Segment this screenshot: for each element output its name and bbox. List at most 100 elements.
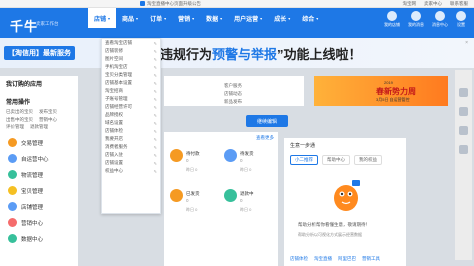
sidebar-item-shop[interactable]: 店铺管理 xyxy=(0,199,78,215)
banner-tag: 【淘信用】最新服务 xyxy=(4,46,75,60)
link-customer-service[interactable]: 联系客服 xyxy=(450,1,468,7)
dropdown-item[interactable]: 品牌授权 ✎ xyxy=(102,111,160,119)
nav-item-shop[interactable]: 店铺 ▾ xyxy=(88,8,117,28)
tab-recommend[interactable]: 小二推荐 xyxy=(290,155,318,165)
my-shop-button[interactable]: 我的店铺 xyxy=(384,11,400,28)
link-seller-center[interactable]: 卖家中心 xyxy=(424,1,442,7)
bell-icon xyxy=(435,11,445,21)
pin-icon[interactable]: ✎ xyxy=(154,153,157,158)
pin-icon[interactable]: ✎ xyxy=(154,65,157,70)
pin-icon[interactable]: ✎ xyxy=(154,169,157,174)
dropdown-item[interactable]: 域名设置 ✎ xyxy=(102,119,160,127)
link-marketing[interactable]: 营销中心 xyxy=(39,117,57,123)
bell-icon xyxy=(140,1,145,7)
overview-line-1[interactable]: 客户服务 xyxy=(224,83,242,89)
sidebar-item-self-ops[interactable]: 自运营中心 xyxy=(0,151,78,167)
dropdown-item[interactable]: 手机淘宝店 ✎ xyxy=(102,63,160,71)
dropdown-item[interactable]: 权益中心 ✎ xyxy=(102,167,160,175)
message-center-button[interactable]: 消息中心 xyxy=(432,11,448,28)
nav-item-marketing[interactable]: 营销 ▾ xyxy=(172,8,200,28)
dropdown-item[interactable]: 查看淘宝店铺 ✎ xyxy=(102,39,160,47)
pin-icon[interactable]: ✎ xyxy=(154,89,157,94)
link-publish-item[interactable]: 发布宝贝 xyxy=(39,109,57,115)
pin-icon[interactable]: ✎ xyxy=(154,161,157,166)
dropdown-item[interactable]: 淘宝招商 ✎ xyxy=(102,87,160,95)
link-refunds[interactable]: 退款管理 xyxy=(30,124,48,130)
close-icon[interactable]: × xyxy=(465,40,468,46)
sidebar-item-marketing[interactable]: 营销中心 xyxy=(0,215,78,231)
nav-item-general[interactable]: 综合 ▾ xyxy=(296,8,324,28)
dropdown-item[interactable]: 消费者服务 ✎ xyxy=(102,143,160,151)
dropdown-item[interactable]: 图片空间 ✎ xyxy=(102,55,160,63)
continue-edit-button[interactable]: 继续编辑 xyxy=(246,115,288,127)
truck-icon xyxy=(8,170,17,179)
my-messages-button[interactable]: 我的消息 xyxy=(408,11,424,28)
nav-item-goods[interactable]: 商品 ▾ xyxy=(116,8,144,28)
wallet-icon xyxy=(170,149,183,162)
pin-icon[interactable]: ✎ xyxy=(154,113,157,118)
dropdown-item[interactable]: 店铺设置 ✎ xyxy=(102,159,160,167)
trade-icon xyxy=(8,138,17,147)
link-shop-check[interactable]: 店铺体检 xyxy=(290,256,308,262)
view-more-link[interactable]: 查看更多 xyxy=(256,135,274,141)
pin-icon[interactable]: ✎ xyxy=(154,57,157,62)
sidebar-item-items[interactable]: 宝贝管理 xyxy=(0,183,78,199)
nav-right-icons: 我的店铺 我的消息 消息中心 设置 xyxy=(384,11,466,28)
pin-icon[interactable]: ✎ xyxy=(154,41,157,46)
promo-ad[interactable]: 2019 春新势力周 3月5日 自运营管控 xyxy=(314,76,448,106)
dropdown-item[interactable]: 店铺基本设置 ✎ xyxy=(102,79,160,87)
link-alibaba[interactable]: 阿里巴巴 xyxy=(338,256,356,262)
dropdown-item[interactable]: 店铺体检 ✎ xyxy=(102,127,160,135)
business-message-detail: 帮助分析以可视化方式展示经营数据 xyxy=(298,232,362,237)
pin-icon[interactable]: ✎ xyxy=(154,145,157,150)
app-logo[interactable]: 千牛 xyxy=(10,16,38,35)
stat-refunding[interactable]: 退款中 0 昨日 0 xyxy=(224,187,274,217)
pin-icon[interactable]: ✎ xyxy=(154,129,157,134)
chat-icon[interactable] xyxy=(459,126,468,135)
stat-pending-ship[interactable]: 待发货 0 昨日 0 xyxy=(224,147,274,177)
overview-line-3[interactable]: 新品发布 xyxy=(224,99,242,105)
pin-icon[interactable]: ✎ xyxy=(154,73,157,78)
sidebar-item-logistics[interactable]: 物流管理 xyxy=(0,167,78,183)
link-sold-items[interactable]: 已卖出的宝贝 xyxy=(6,109,33,115)
link-reviews[interactable]: 评价管理 xyxy=(6,124,24,130)
pin-icon[interactable]: ✎ xyxy=(154,81,157,86)
pin-icon[interactable]: ✎ xyxy=(154,97,157,102)
sidebar-item-trade[interactable]: 交易管理 xyxy=(0,135,78,151)
stat-pending-payment[interactable]: 待付款 0 昨日 0 xyxy=(170,147,220,177)
pin-icon[interactable]: ✎ xyxy=(154,121,157,126)
nav-item-growth[interactable]: 成长 ▾ xyxy=(268,8,296,28)
pin-icon[interactable]: ✎ xyxy=(154,137,157,142)
link-marketing-tools[interactable]: 营销工具 xyxy=(362,256,380,262)
dropdown-item[interactable]: 店铺经营许可 ✎ xyxy=(102,103,160,111)
tab-benefits[interactable]: 我的权益 xyxy=(354,155,382,165)
feedback-icon[interactable] xyxy=(459,88,468,97)
link-taobao-live[interactable]: 淘宝直播 xyxy=(314,256,332,262)
top-icon[interactable] xyxy=(459,145,468,154)
pin-icon[interactable]: ✎ xyxy=(154,49,157,54)
dropdown-item[interactable]: 宝贝分类管理 ✎ xyxy=(102,71,160,79)
settings-button[interactable]: 设置 xyxy=(456,11,466,28)
overview-line-2[interactable]: 店铺动态 xyxy=(224,91,242,97)
notice-link[interactable]: 淘宝直播中心页面升级公告 xyxy=(140,1,201,7)
tab-help[interactable]: 帮助中心 xyxy=(322,155,350,165)
help-icon[interactable] xyxy=(459,107,468,116)
nav-item-orders[interactable]: 订单 ▾ xyxy=(144,8,172,28)
gear-icon xyxy=(456,11,466,21)
dropdown-item[interactable]: 店铺入驻 ✎ xyxy=(102,151,160,159)
dropdown-item[interactable]: 店铺装修 ✎ xyxy=(102,47,160,55)
link-taobao[interactable]: 淘宝网 xyxy=(403,1,417,7)
pin-icon[interactable]: ✎ xyxy=(154,105,157,110)
nav-item-user-ops[interactable]: 用户运营 ▾ xyxy=(228,8,268,28)
dropdown-item[interactable]: 子账号管理 ✎ xyxy=(102,95,160,103)
chevron-down-icon: ▾ xyxy=(164,15,167,21)
chevron-down-icon: ▾ xyxy=(220,15,223,21)
floating-toolbar xyxy=(455,70,472,260)
announcement-banner[interactable]: 【淘信用】最新服务 违规行为预警与举报”功能上线啦！ × xyxy=(0,38,474,68)
chevron-down-icon: ▾ xyxy=(316,15,319,21)
nav-item-data[interactable]: 数据 ▾ xyxy=(200,8,228,28)
link-on-sale[interactable]: 出售中的宝贝 xyxy=(6,117,33,123)
sidebar-item-data[interactable]: 数据中心 xyxy=(0,231,78,247)
stat-shipped[interactable]: 已发货 0 昨日 0 xyxy=(170,187,220,217)
dropdown-item[interactable]: 我要开店 ✎ xyxy=(102,135,160,143)
